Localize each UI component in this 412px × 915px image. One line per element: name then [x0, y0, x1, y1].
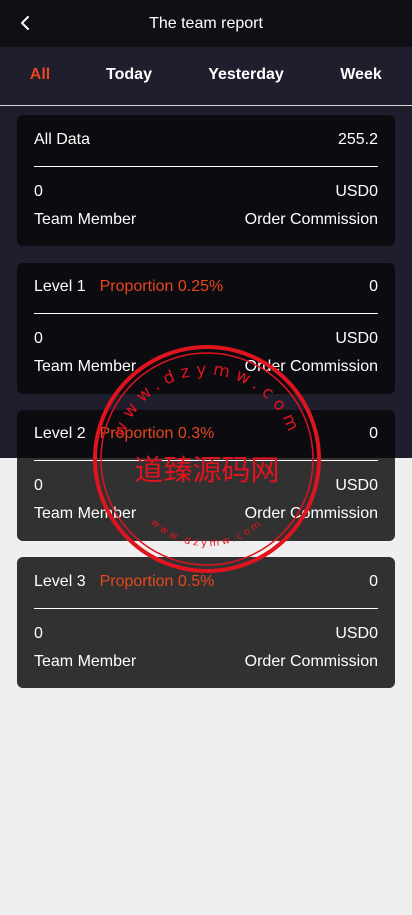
commission-value: USD0 [335, 625, 378, 642]
level-labels-row: Team Member Order Commission [34, 504, 378, 524]
app-header: The team report [0, 0, 412, 47]
level-count: 0 [369, 425, 378, 442]
level-header-row: Level 3 Proportion 0.5% 0 [34, 572, 378, 592]
level-name: Level 2 [34, 425, 86, 442]
commission-label: Order Commission [244, 358, 378, 375]
summary-total: 255.2 [337, 131, 378, 148]
divider [34, 460, 378, 461]
level-header-row: Level 1 Proportion 0.25% 0 [34, 277, 378, 297]
summary-header-row: All Data 255.2 [34, 130, 378, 150]
page-title: The team report [149, 15, 263, 32]
team-member-value: 0 [34, 183, 43, 200]
level-name: Level 1 [34, 278, 86, 295]
level-proportion: Proportion 0.25% [99, 278, 224, 295]
tab-yesterday[interactable]: Yesterday [208, 56, 284, 94]
team-member-label: Team Member [34, 505, 137, 522]
level-values-row: 0 USD0 [34, 329, 378, 349]
divider [34, 313, 378, 314]
commission-value: USD0 [335, 183, 378, 200]
period-tabs: All Today Yesterday Week [0, 56, 412, 94]
chevron-left-icon [21, 16, 29, 30]
level-1-card: Level 1 Proportion 0.25% 0 0 USD0 Team Me… [17, 263, 395, 394]
summary-title: All Data [34, 131, 91, 148]
tab-all[interactable]: All [30, 56, 50, 94]
divider [34, 608, 378, 609]
level-proportion: Proportion 0.5% [99, 573, 215, 590]
tabs-divider [0, 105, 412, 106]
team-member-label: Team Member [34, 211, 137, 228]
level-values-row: 0 USD0 [34, 476, 378, 496]
team-member-value: 0 [34, 330, 43, 347]
level-values-row: 0 USD0 [34, 624, 378, 644]
level-2-card: Level 2 Proportion 0.3% 0 0 USD0 Team Mem… [17, 410, 395, 541]
level-count: 0 [369, 573, 378, 590]
team-member-value: 0 [34, 477, 43, 494]
tab-today[interactable]: Today [106, 56, 152, 94]
level-labels-row: Team Member Order Commission [34, 652, 378, 672]
all-data-card: All Data 255.2 0 USD0 Team Member Order … [17, 115, 395, 246]
level-count: 0 [369, 278, 378, 295]
level-labels-row: Team Member Order Commission [34, 357, 378, 377]
level-proportion: Proportion 0.3% [99, 425, 215, 442]
commission-label: Order Commission [244, 505, 378, 522]
level-header-row: Level 2 Proportion 0.3% 0 [34, 424, 378, 444]
tab-week[interactable]: Week [340, 56, 382, 94]
back-button[interactable] [12, 10, 38, 36]
team-member-label: Team Member [34, 653, 137, 670]
divider [34, 166, 378, 167]
summary-values-row: 0 USD0 [34, 182, 378, 202]
commission-value: USD0 [335, 330, 378, 347]
commission-value: USD0 [335, 477, 378, 494]
commission-label: Order Commission [244, 211, 378, 228]
level-3-card: Level 3 Proportion 0.5% 0 0 USD0 Team Mem… [17, 557, 395, 688]
commission-label: Order Commission [244, 653, 378, 670]
team-member-label: Team Member [34, 358, 137, 375]
team-member-value: 0 [34, 625, 43, 642]
level-name: Level 3 [34, 573, 86, 590]
summary-labels-row: Team Member Order Commission [34, 210, 378, 230]
